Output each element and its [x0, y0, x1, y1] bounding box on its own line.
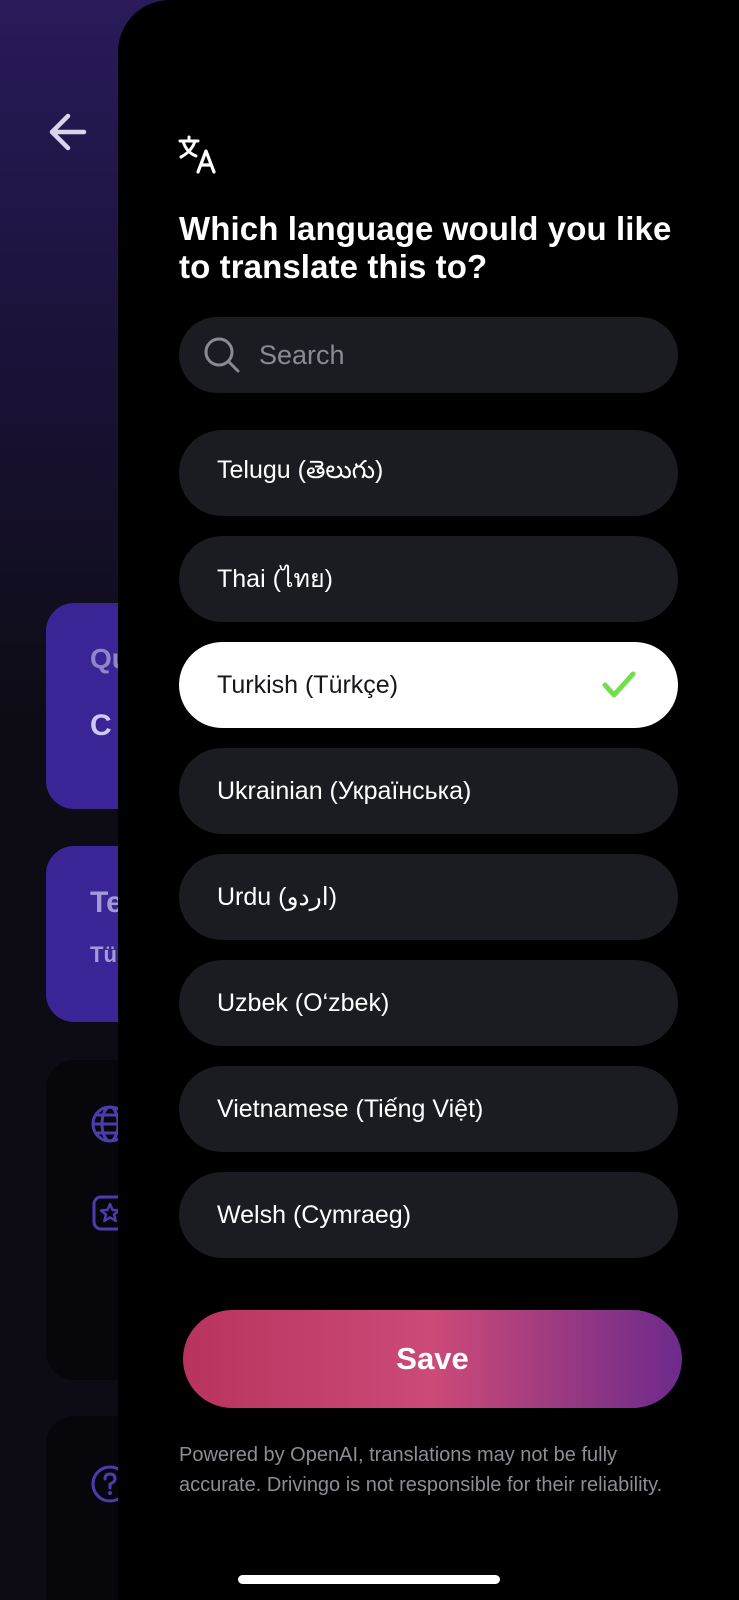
- search-input[interactable]: [259, 339, 639, 371]
- language-option-label: Turkish (Türkçe): [217, 670, 399, 699]
- language-option-label: Urdu (اردو): [217, 883, 338, 911]
- search-bar[interactable]: [179, 317, 678, 393]
- save-button[interactable]: Save: [183, 1310, 682, 1408]
- back-button[interactable]: [44, 108, 92, 156]
- home-indicator[interactable]: [238, 1575, 500, 1584]
- sheet-title: Which language would you like to transla…: [179, 210, 672, 285]
- language-option-ukrainian[interactable]: Ukrainian (Українська): [179, 748, 678, 834]
- language-option-label: Thai (ไทย): [217, 565, 333, 593]
- language-option-urdu[interactable]: Urdu (اردو): [179, 854, 678, 940]
- language-option-thai[interactable]: Thai (ไทย): [179, 536, 678, 622]
- language-list[interactable]: Telugu (తెలుగు) Thai (ไทย) Turkish (Türk…: [179, 430, 678, 1260]
- checkmark-icon: [602, 671, 636, 698]
- language-option-label: Welsh (Cymraeg): [217, 1200, 412, 1229]
- language-option-telugu[interactable]: Telugu (తెలుగు): [179, 430, 678, 516]
- language-option-uzbek[interactable]: Uzbek (O‘zbek): [179, 960, 678, 1046]
- arrow-left-icon: [49, 113, 87, 151]
- language-option-label: Vietnamese (Tiếng Việt): [217, 1094, 484, 1123]
- language-option-label: Uzbek (O‘zbek): [217, 988, 390, 1017]
- language-option-label: Telugu (తెలుగు): [217, 455, 384, 484]
- language-picker-sheet: Which language would you like to transla…: [118, 0, 739, 1600]
- search-icon: [204, 337, 240, 373]
- language-option-turkish[interactable]: Turkish (Türkçe): [179, 642, 678, 728]
- translate-icon: [178, 135, 216, 174]
- language-option-vietnamese[interactable]: Vietnamese (Tiếng Việt): [179, 1066, 678, 1152]
- disclaimer-text: Powered by OpenAI, translations may not …: [179, 1444, 663, 1496]
- language-option-welsh[interactable]: Welsh (Cymraeg): [179, 1172, 678, 1258]
- language-option-label: Ukrainian (Українська): [217, 776, 472, 805]
